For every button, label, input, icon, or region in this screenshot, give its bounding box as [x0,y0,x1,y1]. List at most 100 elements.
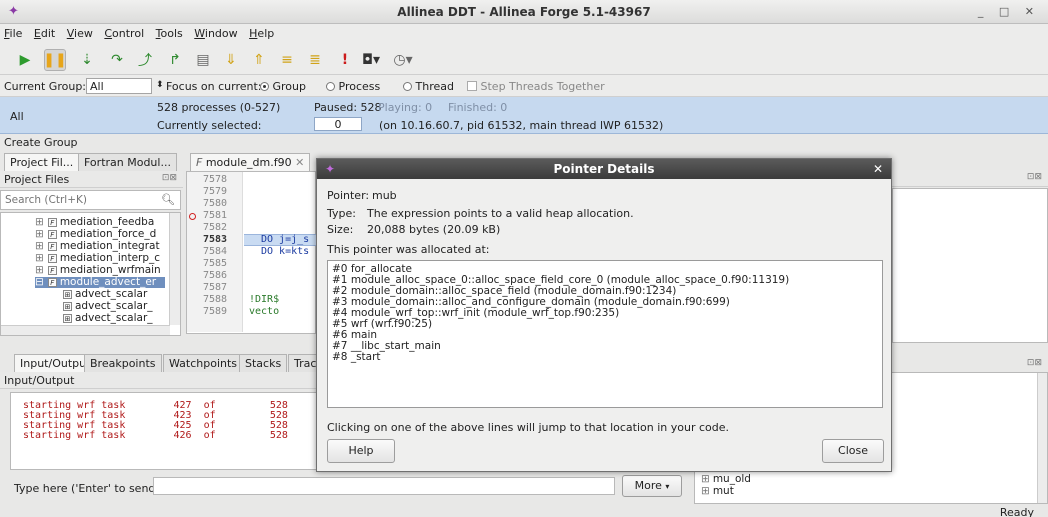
selection-detail: (on 10.16.60.7, pid 61532, main thread l… [379,119,664,132]
line-number: 7584 [203,246,228,257]
line-number: 7582 [203,222,228,233]
process-group-bar[interactable]: All 528 processes (0-527) Paused: 528 Pl… [0,97,1048,134]
step-out-icon[interactable]: ⤴ [134,49,156,71]
panel-controls-icon[interactable]: ⊡⊠ [1027,358,1042,368]
editor-panel: F module_dm.f90 ✕ 7578 7579 7580 7581 75… [186,150,316,345]
line-number: 7587 [203,282,228,293]
toolbar: ▶ ❚❚ ⇣ ↷ ⤴ ↱ ▤ ⇓ ⇑ ≡ ≣ ! ◘▾ ◷▾ [0,44,1048,75]
run-to-line-icon[interactable]: ↱ [164,49,186,71]
close-icon[interactable]: ✕ [873,162,883,176]
camera-icon[interactable]: ◘▾ [360,49,382,71]
tree-item[interactable]: ⊞ Fmediation_force_d [35,229,156,240]
tree-item[interactable]: ⊞ advect_scalar_ [63,313,153,324]
dialog-hint: Clicking on one of the above lines will … [327,421,730,434]
output-line: starting wrf task 426 of 528 [23,430,288,441]
tree-item[interactable]: ⊞ Fmediation_integrat [35,241,160,252]
tree-item[interactable]: ⊞ Fmediation_wrfmain [35,265,161,276]
process-count: 528 processes (0-527) [157,101,281,114]
type-label: Type: [327,207,356,220]
code-line-7588: !DIR$ vecto [249,294,280,317]
group-bar: Current Group: All ⬍ Focus on current: G… [0,75,1048,97]
focus-label: Focus on current: [166,80,262,93]
tab-module-dm[interactable]: F module_dm.f90 ✕ [190,153,311,171]
help-button[interactable]: Help [327,439,395,463]
code-line-7584: DO k=kts [261,246,310,257]
scrollbar-vertical[interactable] [169,213,180,325]
down-frame-icon[interactable]: ▤ [192,49,214,71]
tab-breakpoints[interactable]: Breakpoints [84,354,162,372]
window-titlebar: ✦ Allinea DDT - Allinea Forge 5.1-43967 … [0,0,1048,24]
tracepoint-icon[interactable]: ◷▾ [392,49,414,71]
menu-control[interactable]: Control [100,24,148,40]
window-title: Allinea DDT - Allinea Forge 5.1-43967 [397,5,651,19]
step-threads-icon[interactable]: ≣ [304,49,326,71]
line-number: 7580 [203,198,228,209]
create-group-link[interactable]: Create Group [4,136,78,149]
status-text: Ready [999,506,1034,517]
breakpoint-icon[interactable]: ! [334,49,356,71]
align-stack-icon[interactable]: ⇑ [248,49,270,71]
radio-process[interactable]: Process [326,80,380,93]
scrollbar-horizontal[interactable] [1,325,170,335]
tab-fortran-modules[interactable]: Fortran Modul... [78,153,177,171]
scrollbar-vertical[interactable] [1037,373,1047,503]
project-tree: ⊞ Fmediation_feedba ⊞ Fmediation_force_d ⊞… [0,212,181,336]
tree-item[interactable]: ⊞ advect_scalar_ [63,301,153,312]
right-top-content [892,188,1048,343]
menu-help[interactable]: Help [245,24,278,40]
line-number: 7585 [203,258,228,269]
current-group-value: All [90,80,104,93]
radio-thread[interactable]: Thread [403,80,454,93]
tab-project-files[interactable]: Project Fil... [4,153,80,171]
currently-selected-value[interactable]: 0 [314,117,362,131]
pause-icon[interactable]: ❚❚ [43,49,67,71]
right-panel-header: ⊡⊠ [892,170,1048,187]
paused-count: Paused: 528 [314,101,382,114]
stdin-input[interactable] [153,477,615,495]
line-number: 7581 [203,210,228,221]
menu-view[interactable]: View [63,24,97,40]
pointer-label: Pointer: [327,189,370,202]
search-input[interactable] [1,192,156,208]
current-group-label: Current Group: [4,80,87,93]
step-threads-checkbox[interactable]: Step Threads Together [467,80,605,93]
tree-item[interactable]: ⊞ Fmediation_interp_c [35,253,160,264]
panel-controls-icon[interactable]: ⊡⊠ [162,173,177,183]
stack-frame[interactable]: #8 _start [332,352,381,363]
play-icon[interactable]: ▶ [14,49,36,71]
allocated-at-label: This pointer was allocated at: [327,243,490,256]
current-group-combo[interactable]: All [86,78,152,94]
var-item[interactable]: ⊞ mu_old [701,474,751,485]
close-button[interactable]: Close [822,439,884,463]
tab-watchpoints[interactable]: Watchpoints [163,354,244,372]
search-icon[interactable]: 🔍︎ [161,193,175,206]
code-view[interactable]: 7578 7579 7580 7581 7582 7583 7584 7585 … [186,171,316,334]
tree-item[interactable]: ⊞ Fmediation_feedba [35,217,154,228]
line-number: 7579 [203,186,228,197]
tab-stacks[interactable]: Stacks [239,354,288,372]
right-top-panel: ⊡⊠ [892,170,1048,345]
tree-item-selected[interactable]: ⊟ Fmodule_advect_er [35,277,165,288]
menu-tools[interactable]: Tools [152,24,187,40]
currently-selected-label: Currently selected: [157,119,262,132]
dialog-title: Pointer Details [553,162,655,176]
step-over-icon[interactable]: ↷ [106,49,128,71]
tree-item[interactable]: ⊞ advect_scalar [63,289,147,300]
evaluate-icon[interactable]: ≡ [276,49,298,71]
breakpoint-marker-icon[interactable] [189,213,196,220]
allocation-stack-list[interactable]: #0 for_allocate #1 module_alloc_space_0:… [327,260,883,408]
menu-window[interactable]: Window [190,24,241,40]
more-button[interactable]: More ▾ [622,475,682,497]
step-into-icon[interactable]: ⇣ [76,49,98,71]
menu-file[interactable]: File [0,24,26,40]
project-search[interactable]: 🔍︎ [0,190,181,210]
var-item[interactable]: ⊞ mut [701,486,734,497]
project-files-header: Project Files ⊡⊠ [0,171,183,188]
pointer-details-dialog: ✦ Pointer Details ✕ Pointer: mub Type: T… [316,158,892,472]
up-frame-icon[interactable]: ⇓ [220,49,242,71]
menu-edit[interactable]: Edit [30,24,59,40]
radio-group[interactable]: Group [260,80,306,93]
window-controls[interactable]: _ □ ✕ [978,5,1040,18]
group-name: All [10,110,24,123]
panel-controls-icon[interactable]: ⊡⊠ [1027,172,1042,182]
